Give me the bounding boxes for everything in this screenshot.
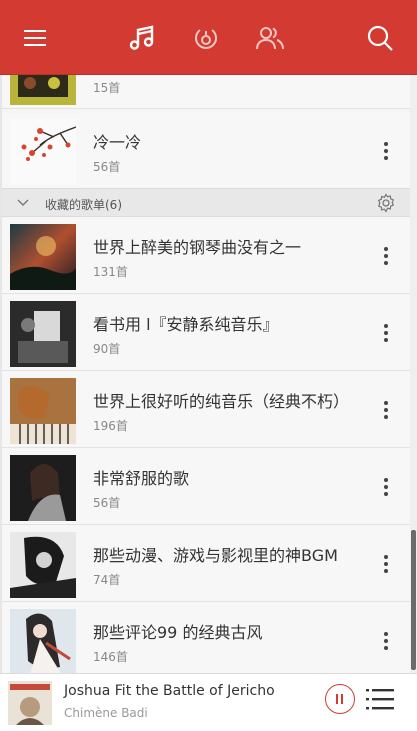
more-icon[interactable]	[376, 242, 396, 270]
playlist-title: 世界上醉美的钢琴曲没有之一	[93, 238, 302, 257]
top-bar	[0, 0, 417, 75]
artist-name: Chimène Badi	[64, 706, 148, 720]
song-title: Joshua Fit the Battle of Jericho	[64, 683, 275, 699]
music-note-icon[interactable]	[126, 22, 158, 54]
list-item[interactable]: 非常舒服的歌 56首	[2, 449, 410, 525]
friends-icon[interactable]	[254, 22, 286, 54]
playlist-title: 看书用 l『安静系纯音乐』	[93, 315, 279, 334]
playlist-title: 非常舒服的歌	[93, 469, 190, 488]
scrollbar[interactable]	[410, 75, 417, 673]
list-item[interactable]: 那些评论99 的经典古风 146首	[2, 603, 410, 673]
track-count: 131首	[93, 265, 128, 279]
now-playing-bar[interactable]: Joshua Fit the Battle of Jericho Chimène…	[0, 673, 417, 731]
playlist-title: 世界上很好听的纯音乐（经典不朽）	[93, 392, 350, 411]
playlist-title: 那些评论99 的经典古风	[93, 623, 263, 642]
list-item[interactable]: 世界上醉美的钢琴曲没有之一 131首	[2, 218, 410, 294]
chevron-down-icon[interactable]	[16, 197, 30, 209]
search-icon[interactable]	[364, 22, 396, 54]
scrollbar-thumb[interactable]	[411, 530, 416, 670]
pause-button[interactable]	[325, 684, 355, 714]
track-count: 15首	[93, 81, 121, 95]
track-count: 56首	[93, 160, 121, 174]
more-icon[interactable]	[376, 137, 396, 165]
list-item[interactable]: 世界上很好听的纯音乐（经典不朽） 196首	[2, 372, 410, 448]
playlist-title: 那些动漫、游戏与影视里的神BGM	[93, 546, 338, 565]
playlist-cover	[10, 119, 76, 185]
track-count: 90首	[93, 342, 121, 356]
menu-icon[interactable]	[19, 22, 51, 54]
more-icon[interactable]	[376, 550, 396, 578]
playlist-cover	[10, 301, 76, 367]
playlist-cover	[10, 75, 76, 105]
playlist-cover	[10, 532, 76, 598]
more-icon[interactable]	[376, 319, 396, 347]
list-item[interactable]: 15首	[2, 75, 410, 109]
playlist-icon[interactable]	[366, 686, 394, 712]
playlist-cover	[10, 378, 76, 444]
track-count: 74首	[93, 573, 121, 587]
track-count: 146首	[93, 650, 128, 664]
list-item[interactable]: 那些动漫、游戏与影视里的神BGM 74首	[2, 526, 410, 602]
more-icon[interactable]	[376, 473, 396, 501]
section-label: 收藏的歌单(6)	[45, 198, 122, 212]
radio-icon[interactable]	[190, 22, 222, 54]
playlist-cover	[10, 455, 76, 521]
list-item[interactable]: 冷一冷 56首	[2, 113, 410, 189]
album-cover	[8, 681, 52, 725]
more-icon[interactable]	[376, 396, 396, 424]
playlist-cover	[10, 224, 76, 290]
playlist-content: 15首 冷一冷 56首 收藏的歌单(6) 世界上醉美的钢琴曲没有之一 131首 …	[0, 75, 410, 673]
gear-icon[interactable]	[376, 193, 396, 213]
collected-playlists-header[interactable]: 收藏的歌单(6)	[2, 188, 410, 217]
more-icon[interactable]	[376, 627, 396, 655]
track-count: 56首	[93, 496, 121, 510]
playlist-title: 冷一冷	[93, 133, 142, 152]
track-count: 196首	[93, 419, 128, 433]
list-item[interactable]: 看书用 l『安静系纯音乐』 90首	[2, 295, 410, 371]
playlist-cover	[10, 609, 76, 673]
